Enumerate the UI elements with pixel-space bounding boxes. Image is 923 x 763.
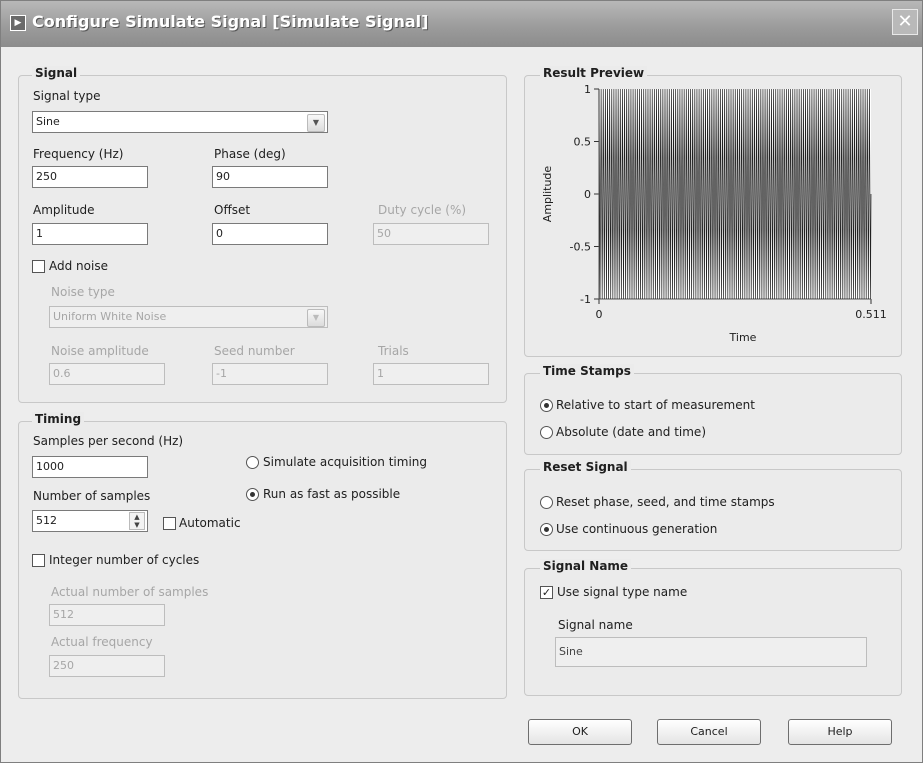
number-of-samples-label: Number of samples bbox=[33, 489, 151, 503]
spinner-arrows-icon[interactable]: ▲ ▼ bbox=[129, 512, 145, 530]
reset-phase-radio[interactable] bbox=[540, 496, 553, 509]
signal-name-label: Signal name bbox=[558, 618, 633, 632]
chevron-down-icon: ▼ bbox=[307, 309, 325, 327]
phase-input[interactable]: 90 bbox=[212, 166, 328, 188]
result-preview-chart: 1 0.5 0 -0.5 -1 0 0.511 Amplitude Time bbox=[541, 83, 887, 344]
frequency-input[interactable]: 250 bbox=[32, 166, 148, 188]
simulate-acquisition-label: Simulate acquisition timing bbox=[263, 455, 428, 469]
trials-input: 1 bbox=[373, 363, 489, 385]
x-tick-label: 0.511 bbox=[855, 308, 887, 321]
chevron-down-icon[interactable]: ▼ bbox=[307, 114, 325, 132]
relative-timestamp-label: Relative to start of measurement bbox=[556, 398, 755, 412]
actual-frequency-label: Actual frequency bbox=[51, 635, 153, 649]
y-tick-label: -1 bbox=[580, 293, 591, 306]
window-title: Configure Simulate Signal [Simulate Sign… bbox=[32, 12, 429, 31]
signal-name-value: Sine bbox=[559, 645, 583, 658]
continuous-generation-label: Use continuous generation bbox=[556, 522, 718, 536]
run-fast-label: Run as fast as possible bbox=[263, 487, 401, 501]
duty-cycle-input: 50 bbox=[373, 223, 489, 245]
y-tick-label: 0.5 bbox=[574, 136, 592, 149]
noise-amplitude-label: Noise amplitude bbox=[51, 344, 149, 358]
reset-signal-group bbox=[524, 469, 902, 551]
signal-type-value: Sine bbox=[36, 115, 60, 128]
automatic-label: Automatic bbox=[179, 516, 241, 530]
add-noise-label: Add noise bbox=[49, 259, 108, 273]
y-tick-label: -0.5 bbox=[570, 241, 591, 254]
timing-legend: Timing bbox=[32, 412, 85, 426]
actual-samples-input: 512 bbox=[49, 604, 165, 626]
duty-cycle-label: Duty cycle (%) bbox=[378, 203, 467, 217]
samples-per-second-label: Samples per second (Hz) bbox=[33, 434, 184, 448]
signal-type-dropdown[interactable]: Sine ▼ bbox=[32, 111, 328, 133]
labview-icon: ▶ bbox=[10, 15, 26, 31]
continuous-generation-radio[interactable] bbox=[540, 523, 553, 536]
actual-samples-label: Actual number of samples bbox=[51, 585, 209, 599]
signal-legend: Signal bbox=[32, 66, 81, 80]
dialog-window: ▶ Configure Simulate Signal [Simulate Si… bbox=[0, 0, 923, 763]
x-axis-label: Time bbox=[729, 331, 757, 344]
integer-cycles-label: Integer number of cycles bbox=[49, 553, 200, 567]
integer-cycles-checkbox[interactable] bbox=[32, 554, 45, 567]
signal-name-input: Sine bbox=[555, 637, 867, 667]
trials-label: Trials bbox=[378, 344, 409, 358]
result-preview-legend: Result Preview bbox=[540, 66, 648, 80]
help-button[interactable]: Help bbox=[788, 719, 892, 745]
absolute-timestamp-label: Absolute (date and time) bbox=[556, 425, 706, 439]
phase-label: Phase (deg) bbox=[214, 147, 286, 161]
actual-frequency-input: 250 bbox=[49, 655, 165, 677]
offset-label: Offset bbox=[214, 203, 251, 217]
add-noise-checkbox[interactable] bbox=[32, 260, 45, 273]
time-stamps-legend: Time Stamps bbox=[540, 364, 634, 378]
y-axis-label: Amplitude bbox=[541, 166, 554, 223]
cancel-button[interactable]: Cancel bbox=[657, 719, 761, 745]
reset-phase-label: Reset phase, seed, and time stamps bbox=[556, 495, 775, 509]
reset-signal-legend: Reset Signal bbox=[540, 460, 631, 474]
y-tick-label: 0 bbox=[584, 188, 591, 201]
use-signal-type-name-checkbox[interactable]: ✓ bbox=[540, 586, 553, 599]
seed-number-input: -1 bbox=[212, 363, 328, 385]
signal-type-label: Signal type bbox=[33, 89, 101, 103]
x-tick-label: 0 bbox=[596, 308, 603, 321]
close-button[interactable]: ✕ bbox=[892, 9, 918, 35]
time-stamps-group bbox=[524, 373, 902, 455]
noise-amplitude-input: 0.6 bbox=[49, 363, 165, 385]
relative-timestamp-radio[interactable] bbox=[540, 399, 553, 412]
noise-type-dropdown: Uniform White Noise ▼ bbox=[49, 306, 328, 328]
amplitude-input[interactable]: 1 bbox=[32, 223, 148, 245]
simulate-acquisition-radio[interactable] bbox=[246, 456, 259, 469]
title-bar[interactable]: ▶ Configure Simulate Signal [Simulate Si… bbox=[1, 1, 922, 47]
y-tick-label: 1 bbox=[584, 83, 591, 96]
frequency-label: Frequency (Hz) bbox=[33, 147, 124, 161]
noise-type-value: Uniform White Noise bbox=[53, 310, 167, 323]
offset-input[interactable]: 0 bbox=[212, 223, 328, 245]
use-signal-type-name-label: Use signal type name bbox=[557, 585, 688, 599]
run-fast-radio[interactable] bbox=[246, 488, 259, 501]
amplitude-label: Amplitude bbox=[33, 203, 95, 217]
signal-name-legend: Signal Name bbox=[540, 559, 632, 573]
automatic-checkbox[interactable] bbox=[163, 517, 176, 530]
noise-type-label: Noise type bbox=[51, 285, 115, 299]
absolute-timestamp-radio[interactable] bbox=[540, 426, 553, 439]
samples-per-second-input[interactable]: 1000 bbox=[32, 456, 148, 478]
ok-button[interactable]: OK bbox=[528, 719, 632, 745]
seed-number-label: Seed number bbox=[214, 344, 295, 358]
